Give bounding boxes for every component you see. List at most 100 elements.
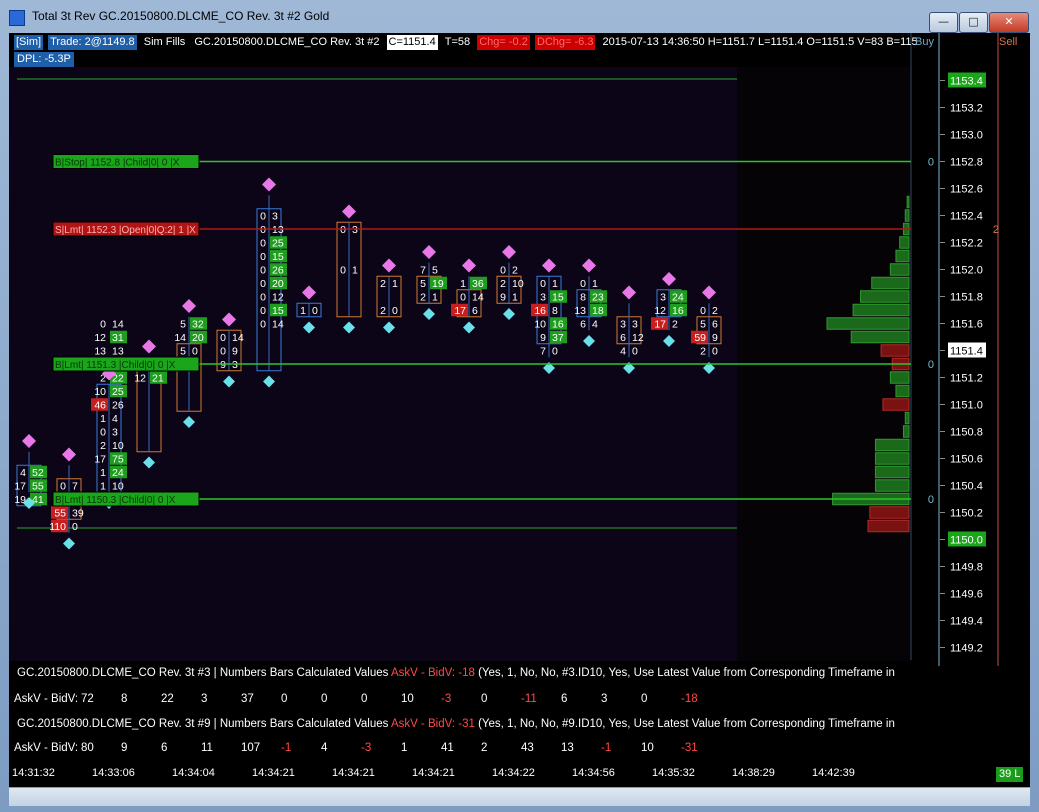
bid-volume-label: 2 <box>420 292 426 304</box>
ask-volume-label: 15 <box>272 305 284 317</box>
order-label: S|Lmt| 1152.3 |Open|0|Q:2| 1 |X <box>55 225 196 236</box>
study-value: 10 <box>401 693 414 705</box>
study-value: 43 <box>521 742 534 754</box>
study-value: -3 <box>361 742 372 754</box>
price-tick-label: 1152.8 <box>950 157 983 169</box>
volume-profile-bar <box>895 249 910 263</box>
bid-volume-label: 0 <box>100 319 106 331</box>
bid-volume-label: 0 <box>340 265 346 277</box>
price-tick-label: 1152.4 <box>950 211 983 223</box>
study-value: 6 <box>561 693 568 705</box>
study-value: 72 <box>81 693 94 705</box>
low-price-marker: 1150.0 <box>950 535 983 547</box>
study2-values-row: AskV - BidV: 80 9 6 11 107 -1 4 -3 1 41 2 43 13 -1 10-… <box>9 742 909 758</box>
study1-params: (Yes, 1, No, No, #3.ID10, Yes, Use Lates… <box>478 667 895 679</box>
close-value: C=1151.4 <box>386 35 438 50</box>
study-value: 6 <box>161 742 168 754</box>
time-tick-label: 14:34:56 <box>572 767 615 779</box>
bid-volume-label: 0 <box>260 224 266 236</box>
ask-volume-label: 32 <box>192 319 204 331</box>
order-quantity: 0 <box>928 494 934 506</box>
ask-volume-label: 26 <box>272 265 284 277</box>
study1-row-label: AskV - BidV: <box>14 693 79 705</box>
bid-volume-label: 3 <box>660 292 666 304</box>
ask-volume-label: 1 <box>552 278 558 290</box>
bid-volume-label: 59 <box>694 332 706 344</box>
price-tick-label: 1150.8 <box>950 427 983 439</box>
ask-volume-label: 0 <box>312 305 318 317</box>
ask-volume-label: 3 <box>632 319 638 331</box>
volume-profile-bar <box>880 344 910 357</box>
bid-volume-label: 1 <box>100 467 106 479</box>
study-value: 80 <box>81 742 94 754</box>
trade-badge[interactable]: Trade: 2@1149.8 <box>48 35 137 50</box>
bid-volume-label: 13 <box>574 305 586 317</box>
ask-volume-label: 3 <box>232 359 238 371</box>
time-tick-label: 14:34:04 <box>172 767 215 779</box>
price-tick-label: 1153.2 <box>950 103 983 115</box>
volume-profile-bar <box>871 276 910 290</box>
ask-volume-label: 3 <box>272 211 278 223</box>
ask-volume-label: 20 <box>272 278 284 290</box>
title-bar[interactable]: Total 3t Rev GC.20150800.DLCME_CO Rev. 3… <box>0 0 1039 33</box>
bid-volume-label: 2 <box>500 278 506 290</box>
bid-volume-label: 5 <box>700 319 706 331</box>
bid-volume-label: 0 <box>220 346 226 358</box>
order-label: B|Lmt| 1151.3 |Child|0| 0 |X <box>55 360 176 371</box>
study-value: 3 <box>201 693 208 705</box>
bid-volume-label: 0 <box>220 332 226 344</box>
ask-volume-label: 14 <box>472 292 484 304</box>
bid-volume-label: 10 <box>94 386 106 398</box>
bid-volume-label: 2 <box>100 440 106 452</box>
bid-volume-label: 17 <box>94 454 106 466</box>
study-value: 9 <box>121 742 128 754</box>
study-value: -11 <box>521 693 537 705</box>
bid-volume-label: 9 <box>220 359 226 371</box>
study-value: -1 <box>281 742 292 754</box>
ask-volume-label: 24 <box>672 292 684 304</box>
study-value: -3 <box>441 693 452 705</box>
ask-volume-label: 1 <box>392 278 398 290</box>
ask-volume-label: 16 <box>552 319 564 331</box>
daily-change-value: DChg= -6.3 <box>534 35 596 50</box>
maximize-button[interactable]: □ <box>959 12 988 33</box>
bid-volume-label: 12 <box>94 332 106 344</box>
bid-volume-label: 5 <box>420 278 426 290</box>
ask-volume-label: 0 <box>192 346 198 358</box>
ask-volume-label: 52 <box>32 467 44 479</box>
bid-volume-label: 1 <box>300 305 306 317</box>
volume-profile-bar <box>902 425 910 438</box>
volume-profile-bar <box>904 411 910 425</box>
study-value: 0 <box>281 693 288 705</box>
ask-volume-label: 15 <box>552 292 564 304</box>
bid-volume-label: 55 <box>54 508 66 520</box>
volume-profile-bar <box>906 195 910 209</box>
minimize-button[interactable]: — <box>929 12 958 33</box>
ask-volume-label: 12 <box>632 332 644 344</box>
volume-profile-bar <box>899 236 910 249</box>
time-tick-label: 14:42:39 <box>812 767 855 779</box>
bid-volume-label: 0 <box>540 278 546 290</box>
volume-profile-bar <box>874 452 910 465</box>
order-quantity: 2 <box>993 224 999 236</box>
price-tick-label: 1150.4 <box>950 481 983 493</box>
bid-volume-label: 2 <box>700 346 706 358</box>
ask-volume-label: 0 <box>392 305 398 317</box>
time-tick-label: 14:35:32 <box>652 767 695 779</box>
study-value: 3 <box>601 693 608 705</box>
bid-volume-label: 1 <box>100 481 106 493</box>
bid-volume-label: 0 <box>260 319 266 331</box>
ask-volume-label: 36 <box>472 278 484 290</box>
bid-volume-label: 0 <box>100 427 106 439</box>
study2-title: GC.20150800.DLCME_CO Rev. 3t #9 | Number… <box>17 718 389 730</box>
study2-name: AskV - BidV: -31 <box>390 718 475 730</box>
sim-fills-label: Sim Fills <box>143 36 186 48</box>
study2-title-row: GC.20150800.DLCME_CO Rev. 3t #9 | Number… <box>17 718 917 730</box>
sim-badge[interactable]: [Sim] <box>14 35 44 50</box>
volume-profile-bar <box>826 317 910 330</box>
close-button[interactable]: ✕ <box>989 12 1029 33</box>
chart-header: [Sim] Trade: 2@1149.8 Sim Fills GC.20150… <box>14 35 922 51</box>
chart-area[interactable]: 1153.41153.21153.01152.81152.61152.41152… <box>9 33 1030 787</box>
bid-volume-label: 0 <box>260 292 266 304</box>
ask-volume-label: 14 <box>112 319 124 331</box>
